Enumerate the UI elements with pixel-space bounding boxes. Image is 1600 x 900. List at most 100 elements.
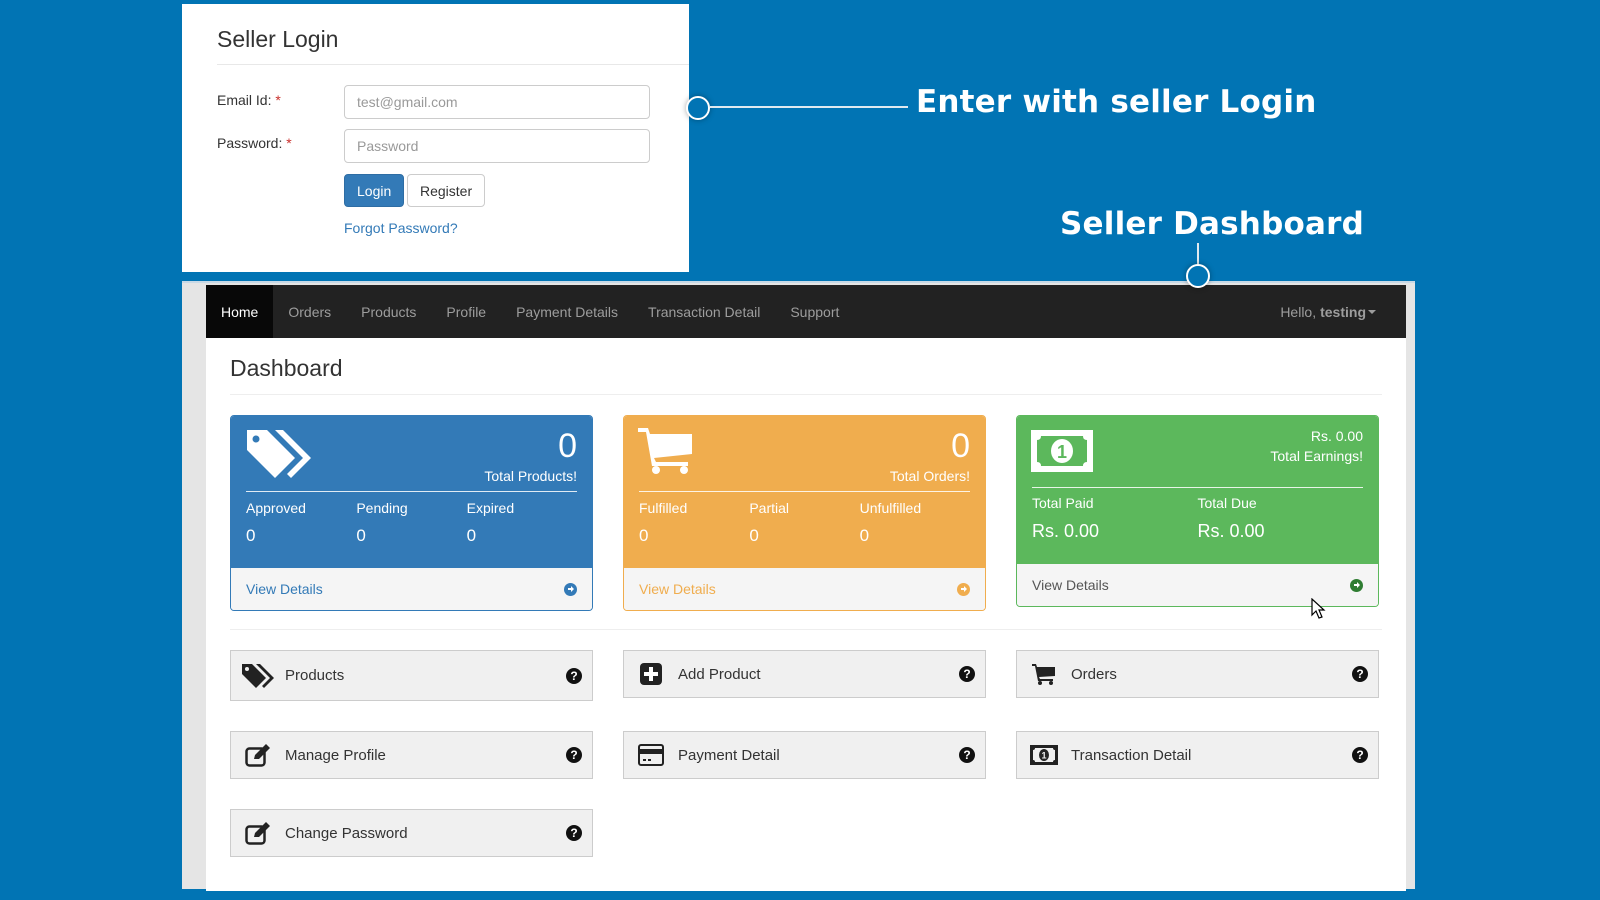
orders-stat-panel: 0 Total Orders! Fulfilled Partial Unfulf…	[623, 415, 986, 611]
arrow-circle-right-icon	[1350, 578, 1363, 592]
tile-add-product[interactable]: Add Product ?	[623, 650, 986, 698]
partial-value: 0	[749, 526, 759, 545]
nav-home[interactable]: Home	[206, 285, 274, 338]
tags-icon	[241, 662, 275, 690]
callout-dot-dashboard	[1186, 264, 1210, 288]
pending-label: Pending	[356, 500, 408, 516]
tags-icon	[247, 430, 311, 478]
nav-support[interactable]: Support	[775, 285, 854, 338]
nav-transaction-detail[interactable]: Transaction Detail	[633, 285, 775, 338]
section-divider	[230, 629, 1382, 630]
callout-login-text: Enter with seller Login	[916, 84, 1317, 120]
seller-login-panel: Seller Login Email Id: * Password: * Log…	[182, 4, 689, 272]
nav-orders[interactable]: Orders	[273, 285, 346, 338]
nav-payment-details[interactable]: Payment Details	[501, 285, 633, 338]
total-due-label: Total Due	[1197, 495, 1257, 511]
view-details-label: View Details	[1032, 577, 1109, 593]
credit-card-icon	[634, 741, 668, 769]
expired-label: Expired	[466, 500, 515, 516]
nav-profile[interactable]: Profile	[431, 285, 501, 338]
cart-icon	[1027, 660, 1061, 688]
greeting-text: Hello,	[1280, 303, 1317, 320]
user-menu-dropdown[interactable]: Hello, testing	[1265, 285, 1406, 338]
callout-line-login	[710, 106, 908, 108]
earnings-stat-panel: 1 Rs. 0.00 Total Earnings! Total Paid To…	[1016, 415, 1379, 607]
question-circle-icon[interactable]: ?	[959, 747, 975, 763]
tile-label: Change Password	[285, 824, 408, 842]
arrow-circle-right-icon	[957, 582, 970, 596]
tile-change-password[interactable]: Change Password ?	[230, 809, 593, 857]
view-details-label: View Details	[246, 581, 323, 597]
expired-value: 0	[466, 526, 477, 545]
question-circle-icon[interactable]: ?	[566, 747, 582, 763]
total-orders-count: 0	[951, 427, 970, 465]
top-navbar: Home Orders Products Profile Payment Det…	[206, 285, 1406, 338]
tile-label: Manage Profile	[285, 746, 386, 764]
tile-label: Add Product	[678, 665, 761, 683]
callout-dashboard-text: Seller Dashboard	[1060, 206, 1364, 242]
login-divider	[217, 64, 689, 65]
edit-icon	[241, 741, 275, 769]
cart-icon	[638, 428, 692, 474]
username: testing	[1320, 303, 1366, 320]
password-label: Password: *	[217, 135, 292, 151]
orders-view-details[interactable]: View Details	[624, 568, 985, 610]
email-field[interactable]	[344, 85, 650, 119]
question-circle-icon[interactable]: ?	[566, 825, 582, 841]
fulfilled-label: Fulfilled	[639, 500, 688, 516]
tile-manage-profile[interactable]: Manage Profile ?	[230, 731, 593, 779]
unfulfilled-value: 0	[859, 526, 870, 545]
total-due-value: Rs. 0.00	[1197, 521, 1265, 541]
tile-label: Products	[285, 667, 345, 684]
tile-label: Orders	[1071, 665, 1117, 683]
email-label: Email Id: *	[217, 92, 281, 108]
pending-value: 0	[356, 526, 366, 545]
tile-products[interactable]: Products ?	[230, 650, 593, 701]
money-icon: 1	[1031, 430, 1093, 472]
fulfilled-value: 0	[639, 526, 649, 545]
total-paid-label: Total Paid	[1032, 495, 1094, 511]
tile-label: Transaction Detail	[1071, 746, 1192, 764]
password-field[interactable]	[344, 129, 650, 163]
svg-text:1: 1	[1041, 751, 1046, 761]
login-title: Seller Login	[217, 26, 339, 52]
page-title: Dashboard	[230, 355, 343, 381]
products-view-details[interactable]: View Details	[231, 568, 592, 610]
total-orders-label: Total Orders!	[889, 468, 970, 484]
money-icon: 1	[1027, 741, 1061, 769]
login-button[interactable]: Login	[344, 174, 405, 207]
total-products-count: 0	[558, 427, 577, 465]
title-divider	[230, 394, 1382, 395]
approved-value: 0	[246, 526, 256, 545]
callout-line-dashboard	[1197, 243, 1199, 264]
total-earnings-amount: Rs. 0.00	[1310, 428, 1363, 444]
mouse-cursor-icon	[1311, 598, 1326, 619]
unfulfilled-label: Unfulfilled	[859, 500, 922, 516]
caret-down-icon	[1368, 309, 1376, 314]
seller-dashboard-screenshot: Home Orders Products Profile Payment Det…	[182, 281, 1415, 891]
edit-icon	[241, 819, 275, 847]
total-products-label: Total Products!	[484, 468, 577, 484]
arrow-circle-right-icon	[564, 582, 577, 596]
dashboard-page: Home Orders Products Profile Payment Det…	[206, 285, 1406, 891]
total-paid-value: Rs. 0.00	[1032, 521, 1100, 541]
nav-products[interactable]: Products	[346, 285, 431, 338]
view-details-label: View Details	[639, 581, 716, 597]
plus-square-icon	[634, 660, 668, 688]
callout-dot-login	[686, 96, 710, 120]
tile-payment-detail[interactable]: Payment Detail ?	[623, 731, 986, 779]
total-earnings-label: Total Earnings!	[1270, 448, 1363, 464]
tile-transaction-detail[interactable]: 1 Transaction Detail ?	[1016, 731, 1379, 779]
partial-label: Partial	[749, 500, 790, 516]
approved-label: Approved	[246, 500, 306, 516]
question-circle-icon[interactable]: ?	[1352, 747, 1368, 763]
tile-orders[interactable]: Orders ?	[1016, 650, 1379, 698]
question-circle-icon[interactable]: ?	[1352, 666, 1368, 682]
question-circle-icon[interactable]: ?	[959, 666, 975, 682]
svg-text:1: 1	[1057, 442, 1067, 462]
tile-label: Payment Detail	[678, 746, 780, 764]
forgot-password-link[interactable]: Forgot Password?	[344, 220, 458, 236]
products-stat-panel: 0 Total Products! Approved Pending Expir…	[230, 415, 593, 611]
register-button[interactable]: Register	[407, 174, 486, 207]
question-circle-icon[interactable]: ?	[566, 667, 582, 684]
